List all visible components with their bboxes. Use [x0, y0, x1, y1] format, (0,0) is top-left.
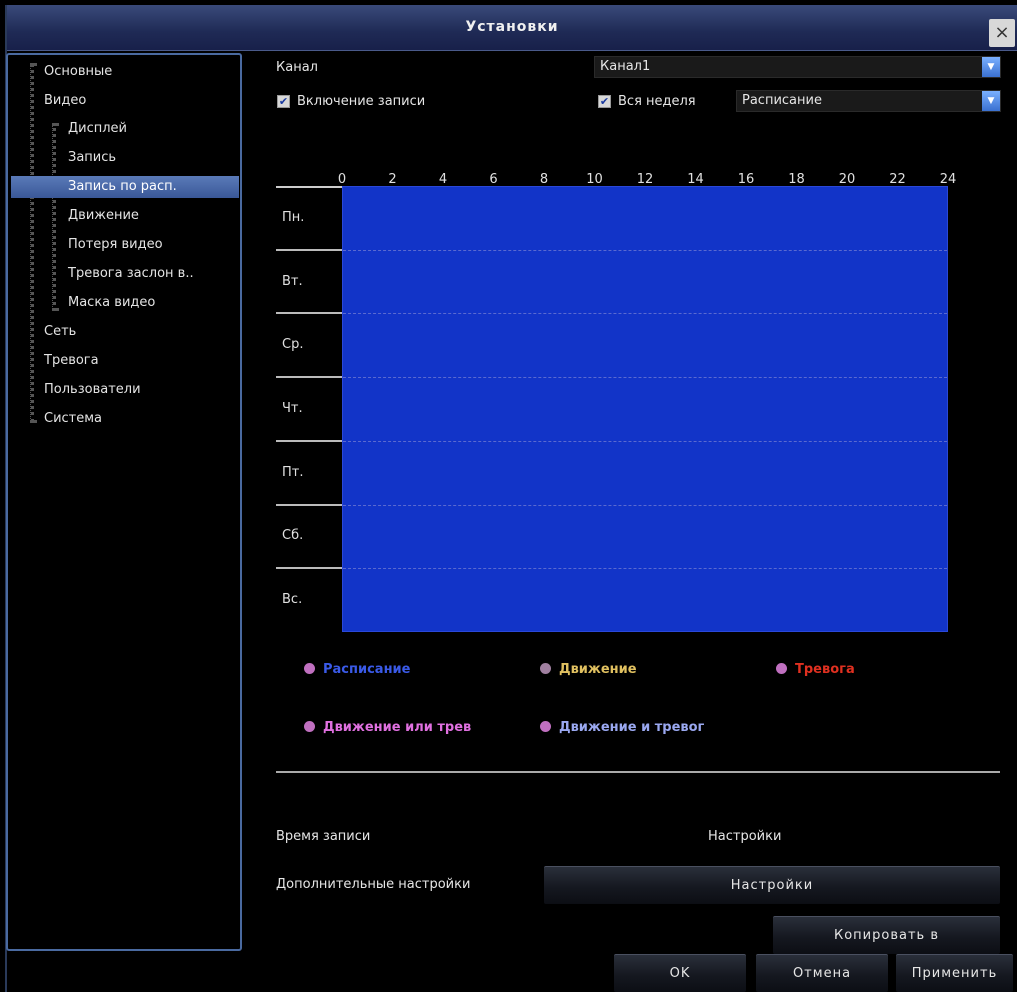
day-label: Вт. [282, 273, 303, 289]
hour-label: 8 [539, 172, 549, 187]
advanced-settings-label: Дополнительные настройки [276, 877, 471, 892]
legend-item[interactable]: Расписание [304, 662, 410, 677]
whole-week-checkbox[interactable]: ✔ [598, 95, 611, 108]
hour-label: 12 [636, 172, 654, 187]
day-separator [276, 567, 342, 570]
record-time-settings-link[interactable]: Настройки [708, 829, 781, 844]
hour-label: 6 [489, 172, 498, 187]
record-time-label: Время записи [276, 829, 371, 844]
day-label: Пт. [282, 464, 304, 480]
hour-label: 20 [838, 172, 856, 187]
sidebar-item-video-mask[interactable]: Маска видео [68, 292, 155, 314]
legend-label: Движение или трев [323, 720, 472, 735]
grid-row-separator [343, 313, 947, 315]
channel-dropdown-value: Канал1 [600, 59, 651, 74]
grid-row-separator [343, 249, 947, 251]
day-separator [276, 439, 342, 442]
ok-button[interactable]: OK [614, 954, 746, 992]
whole-week-label: Вся неделя [618, 94, 696, 109]
grid-row-separator [343, 440, 947, 442]
sidebar-item-record[interactable]: Запись [68, 147, 116, 169]
day-separator [276, 248, 342, 251]
day-label: Чт. [282, 401, 303, 416]
day-separator [276, 312, 342, 315]
grid-row-separator [343, 504, 947, 506]
mode-dropdown-value: Расписание [742, 93, 822, 108]
radio-dot-icon [304, 721, 315, 732]
legend-label: Расписание [323, 662, 411, 677]
hour-label: 4 [438, 172, 448, 187]
chevron-down-icon[interactable]: ▼ [982, 91, 1000, 111]
record-enable-label: Включение записи [297, 94, 426, 109]
sidebar-item-schedule-record[interactable]: Запись по расп. [11, 176, 239, 198]
window-title: Установки [465, 19, 559, 35]
legend-label: Тревога [795, 662, 855, 677]
cancel-button[interactable]: Отмена [756, 954, 888, 992]
sidebar-item-general[interactable]: Основные [44, 61, 112, 83]
hour-label: 14 [687, 172, 704, 187]
sidebar-item-users[interactable]: Пользователи [44, 379, 141, 401]
grid-header-line [276, 186, 343, 188]
hour-label: 24 [939, 172, 957, 187]
day-separator [276, 376, 342, 379]
hour-label: 0 [337, 172, 347, 187]
sidebar-item-display[interactable]: Дисплей [68, 118, 127, 140]
hour-label: 18 [788, 172, 805, 187]
radio-dot-icon [540, 663, 551, 674]
channel-label: Канал [276, 60, 318, 75]
legend-item[interactable]: Тревога [776, 662, 855, 677]
hour-label: 10 [586, 172, 603, 187]
day-label: Ср. [282, 337, 304, 353]
copy-to-button[interactable]: Копировать в [773, 916, 1000, 954]
day-label: Пн. [282, 209, 305, 225]
grid-row-separator [343, 568, 947, 570]
legend-label: Движение и тревог [559, 720, 705, 735]
radio-dot-icon [776, 663, 787, 674]
radio-dot-icon [304, 663, 315, 674]
apply-button[interactable]: Применить [896, 954, 1013, 992]
sidebar-item-system[interactable]: Система [44, 408, 102, 430]
sidebar-item-tamper-alarm[interactable]: Тревога заслон в.. [68, 263, 194, 285]
hour-label: 2 [388, 172, 397, 187]
record-enable-checkbox[interactable]: ✔ [277, 95, 290, 108]
sidebar-item-video-loss[interactable]: Потеря видео [68, 234, 163, 256]
sidebar-item-motion[interactable]: Движение [68, 205, 139, 227]
close-icon[interactable]: × [989, 19, 1015, 47]
mode-dropdown[interactable]: Расписание ▼ [736, 90, 1001, 112]
sidebar-item-video[interactable]: Видео [44, 90, 86, 112]
schedule-grid[interactable] [342, 186, 948, 632]
radio-dot-icon [540, 721, 551, 732]
day-separator [276, 503, 342, 506]
grid-row-separator [343, 377, 947, 379]
hour-label: 16 [737, 172, 755, 187]
chevron-down-icon[interactable]: ▼ [982, 57, 1000, 77]
sidebar-item-network[interactable]: Сеть [44, 321, 76, 343]
divider [276, 771, 1000, 773]
legend-label: Движение [559, 662, 637, 677]
legend-item[interactable]: Движение [540, 662, 637, 677]
sidebar-item-alarm[interactable]: Тревога [44, 350, 99, 372]
channel-dropdown[interactable]: Канал1 ▼ [594, 56, 1001, 78]
legend-item[interactable]: Движение и тревог [540, 720, 704, 735]
hour-label: 22 [889, 172, 906, 187]
title-bar[interactable]: Установки × [7, 5, 1017, 51]
legend-item[interactable]: Движение или трев [304, 720, 471, 735]
day-label: Вс. [282, 592, 303, 608]
sidebar-tree: Основные Видео Дисплей Запись Запись по … [6, 53, 242, 951]
advanced-settings-button[interactable]: Настройки [544, 866, 1000, 904]
day-label: Сб. [282, 528, 304, 544]
